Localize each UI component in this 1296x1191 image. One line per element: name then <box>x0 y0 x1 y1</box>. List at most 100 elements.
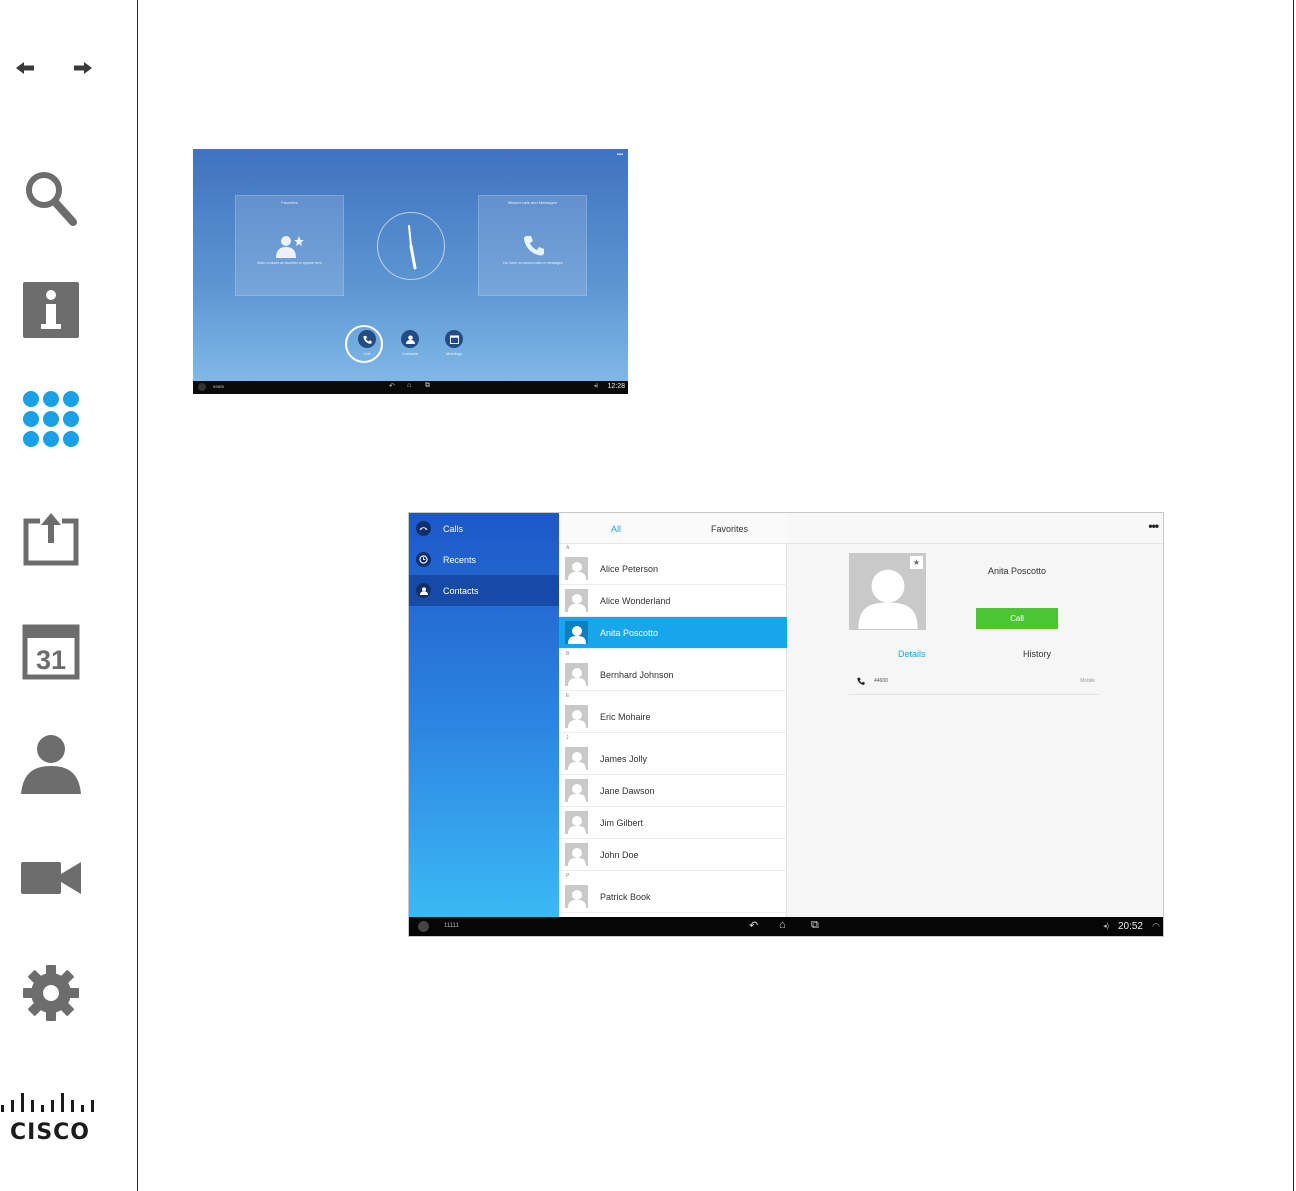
apps-grid-icon[interactable]: ▪▪▪ <box>617 152 623 158</box>
phone-number: 44600 <box>874 678 888 684</box>
contact-row[interactable]: John Doe <box>559 839 787 871</box>
arrow-left-icon[interactable] <box>14 58 36 78</box>
home-status-bar: 92800 ↶ ⌂ ⧉ ◂) 12:28 <box>193 381 628 394</box>
phone-icon <box>857 677 865 685</box>
contact-name: Jim Gilbert <box>600 817 644 828</box>
home-icon[interactable]: ⌂ <box>779 919 786 931</box>
recent-apps-icon[interactable]: ⧉ <box>425 382 430 390</box>
contacts-screen-screenshot: Calls Recents Contacts All Favorites A A… <box>408 512 1164 937</box>
avatar <box>565 663 588 686</box>
contact-row[interactable]: Eric Mohaire <box>559 701 787 733</box>
wifi-icon[interactable]: ◠ <box>1152 921 1160 932</box>
analog-clock <box>377 212 445 280</box>
favorite-star-icon[interactable]: ★ <box>910 556 923 569</box>
favorites-panel[interactable]: Favorites Mark contacts as favorites to … <box>235 195 344 296</box>
contact-row[interactable]: Jane Dawson <box>559 775 787 807</box>
camera-icon[interactable] <box>18 845 84 911</box>
contact-detail-pane: ••• ★ Anita Poscotto Call Details Histor… <box>787 513 1163 919</box>
keypad-icon[interactable] <box>18 386 84 452</box>
contacts-status-time: 20:52 <box>1117 921 1143 932</box>
back-icon[interactable]: ↶ <box>749 919 758 932</box>
favorites-panel-title: Favorites <box>281 200 298 205</box>
phone-number-type: Mobile <box>1080 678 1095 684</box>
home-icon[interactable]: ⌂ <box>407 382 411 389</box>
contact-photo: ★ <box>849 553 926 630</box>
contacts-left-tabs: Calls Recents Contacts <box>409 513 559 919</box>
info-icon[interactable] <box>18 277 84 343</box>
page: 31 CISCO ▪▪▪ Favorites Mark contacts as … <box>0 0 1296 1191</box>
phone-icon[interactable] <box>198 383 206 391</box>
nav-arrows <box>14 58 94 78</box>
avatar <box>565 885 588 908</box>
home-action-call-label: Call <box>363 351 371 356</box>
calendar-icon[interactable]: 31 <box>18 618 84 684</box>
avatar <box>565 621 588 644</box>
contact-row[interactable]: Bernhard Johnson <box>559 659 787 691</box>
tab-recents[interactable]: Recents <box>409 544 559 575</box>
contacts-status-number: 11111 <box>444 923 459 929</box>
clock-icon <box>416 552 431 567</box>
share-icon[interactable] <box>18 506 84 572</box>
hangup-icon <box>416 521 431 536</box>
avatar <box>565 843 588 866</box>
arrow-right-icon[interactable] <box>72 58 94 78</box>
contact-row[interactable]: Patrick Book <box>559 881 787 913</box>
svg-text:CISCO: CISCO <box>10 1120 90 1141</box>
contact-name: John Doe <box>600 849 639 860</box>
filter-all[interactable]: All <box>611 524 621 534</box>
avatar <box>565 589 588 612</box>
home-status-number: 92800 <box>213 384 225 389</box>
phone-number-row[interactable]: 44600 Mobile <box>849 673 1099 695</box>
favorites-panel-text: Mark contacts as favorites to appear her… <box>257 261 322 265</box>
missed-calls-panel[interactable]: Missed calls and Messages You have no mi… <box>478 195 587 296</box>
contact-name: James Jolly <box>600 753 648 764</box>
cisco-logo: CISCO <box>0 1093 104 1145</box>
nav-rail: 31 CISCO <box>0 0 138 1191</box>
avatar <box>565 811 588 834</box>
home-action-meetings[interactable]: Meetings <box>439 330 469 356</box>
contact-row[interactable]: Alice Peterson <box>559 553 787 585</box>
filter-favorites[interactable]: Favorites <box>711 524 748 534</box>
search-icon[interactable] <box>18 165 84 231</box>
section-letter: J <box>566 735 569 741</box>
tab-recents-label: Recents <box>443 554 477 565</box>
call-button[interactable]: Call <box>976 608 1058 629</box>
contact-row-selected[interactable]: Anita Poscotto <box>559 617 787 649</box>
section-letter: A <box>566 545 570 551</box>
contact-row[interactable]: Jim Gilbert <box>559 807 787 839</box>
missed-calls-panel-text: You have no missed calls or messages <box>502 261 563 265</box>
calendar-icon <box>445 330 463 348</box>
tab-calls[interactable]: Calls <box>409 513 559 544</box>
phone-icon[interactable] <box>418 921 429 932</box>
volume-icon[interactable]: ◂) <box>594 383 598 389</box>
more-options-icon[interactable]: ••• <box>1148 519 1159 533</box>
contact-name: Patrick Book <box>600 891 651 902</box>
contact-list: All Favorites A Alice Peterson Alice Won… <box>559 513 787 919</box>
contact-name: Alice Peterson <box>600 563 659 574</box>
home-action-call[interactable]: Call <box>352 330 382 356</box>
home-action-contacts-label: Contacts <box>402 351 418 356</box>
contact-name: Bernhard Johnson <box>600 669 674 680</box>
contact-name: Jane Dawson <box>600 785 655 796</box>
phone-icon <box>524 236 544 256</box>
home-screen-screenshot: ▪▪▪ Favorites Mark contacts as favorites… <box>193 149 628 394</box>
tab-calls-label: Calls <box>443 523 464 534</box>
gear-icon[interactable] <box>18 960 84 1026</box>
tab-history[interactable]: History <box>1023 649 1051 659</box>
home-action-meetings-label: Meetings <box>445 351 463 356</box>
detail-top-bar: ••• <box>787 513 1163 544</box>
favorite-contact-icon <box>276 236 304 258</box>
phone-icon <box>358 330 376 348</box>
tab-details[interactable]: Details <box>898 649 926 659</box>
home-action-contacts[interactable]: Contacts <box>395 330 425 356</box>
contacts-status-bar: 11111 ↶ ⌂ ⧉ ◂) 20:52 ◠ <box>409 917 1163 936</box>
contact-name: Alice Wonderland <box>600 595 671 606</box>
contact-icon[interactable] <box>18 730 84 796</box>
contact-row[interactable]: James Jolly <box>559 743 787 775</box>
recent-apps-icon[interactable]: ⧉ <box>811 919 819 932</box>
back-icon[interactable]: ↶ <box>389 382 395 390</box>
volume-icon[interactable]: ◂) <box>1103 922 1109 930</box>
tab-contacts[interactable]: Contacts <box>409 575 559 606</box>
contact-row[interactable]: Alice Wonderland <box>559 585 787 617</box>
section-letter: P <box>566 873 570 879</box>
